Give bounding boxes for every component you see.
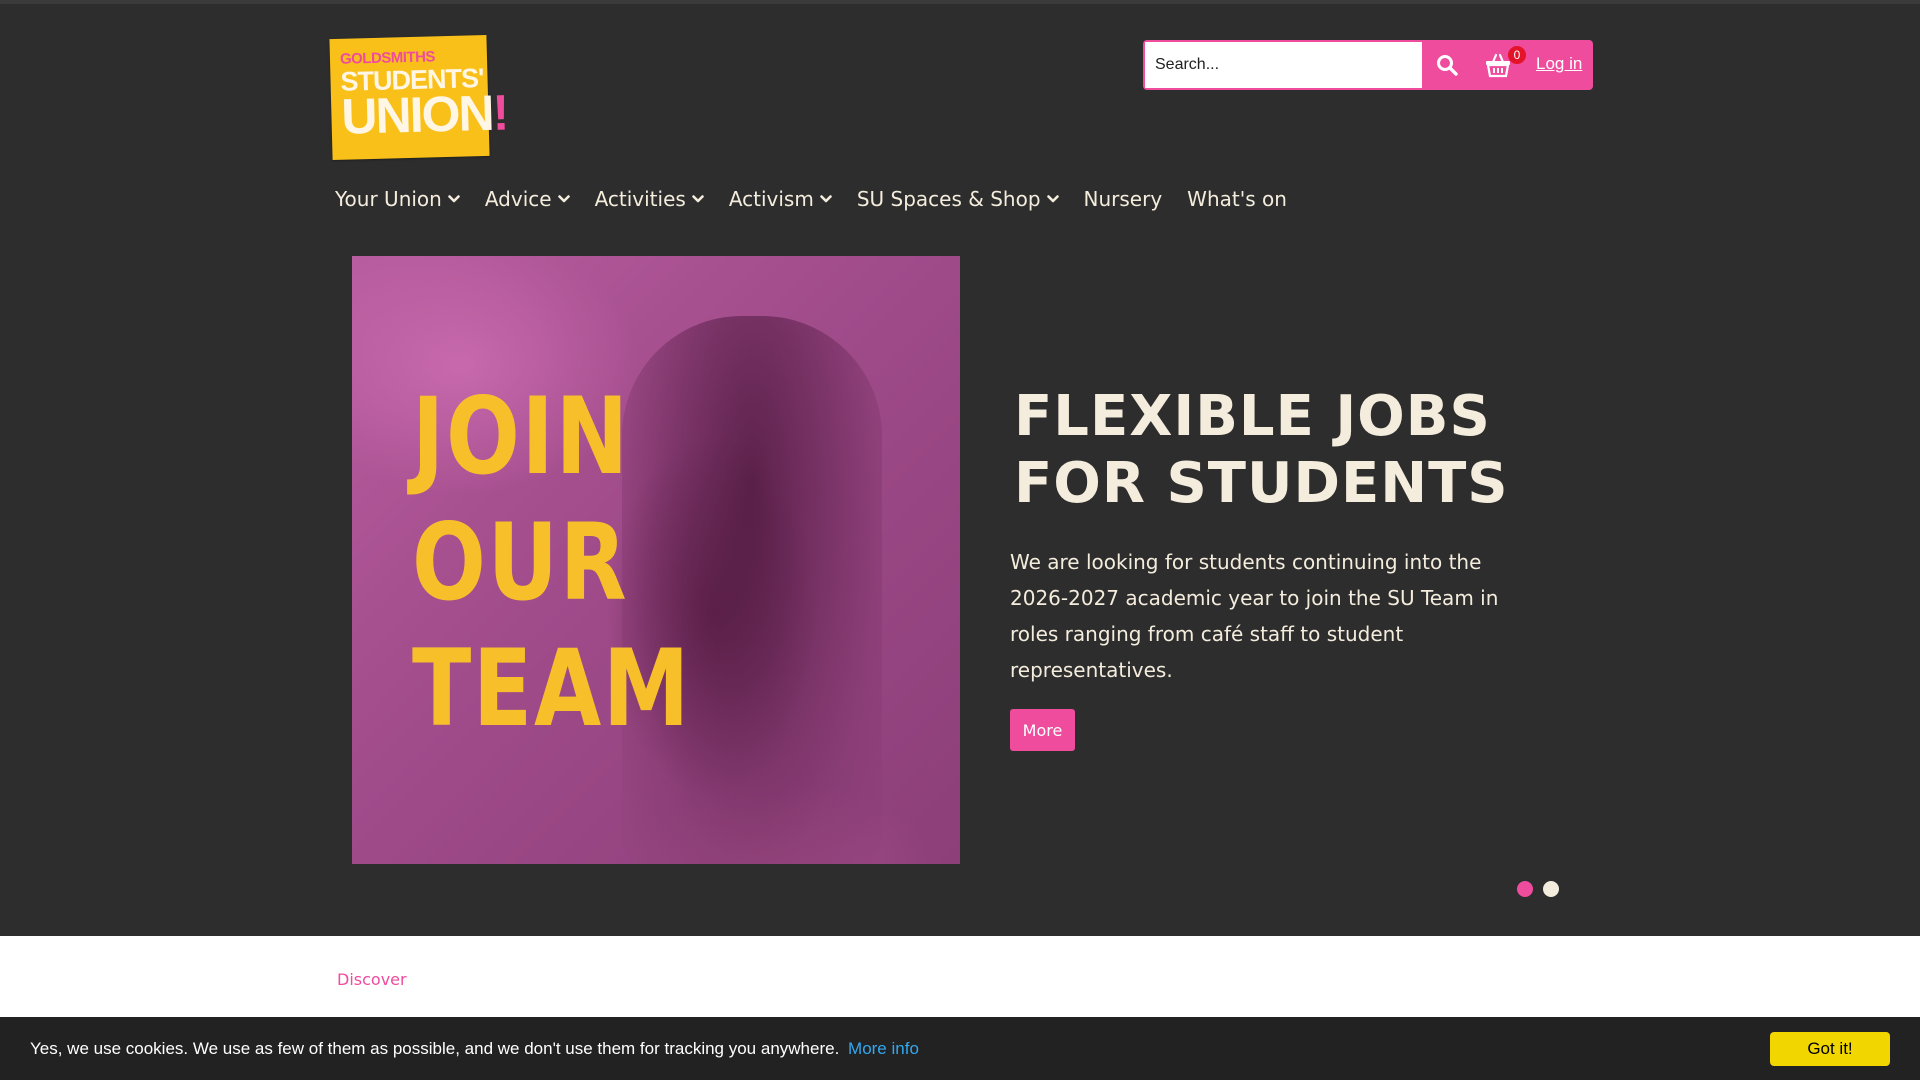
hero-title-line: FOR STUDENTS (1014, 451, 1509, 516)
hero-title-line: FLEXIBLE JOBS (1014, 384, 1491, 449)
cookie-accept-button[interactable]: Got it! (1770, 1032, 1890, 1066)
nav-item-label: Your Union (335, 187, 442, 211)
nav-item-activism[interactable]: Activism (729, 187, 832, 211)
search-button[interactable] (1427, 47, 1467, 83)
top-border (0, 0, 1920, 4)
search-input[interactable] (1145, 42, 1422, 88)
search-icon (1437, 55, 1458, 76)
login-link[interactable]: Log in (1536, 54, 1582, 74)
students-union-logo[interactable]: GOLDSMITHS STUDENTS' UNION! (329, 34, 508, 161)
nav-item-whats-on[interactable]: What's on (1187, 187, 1287, 211)
cookie-message-text: Yes, we use cookies. We use as few of th… (30, 1039, 840, 1058)
cookie-more-info-link[interactable]: More info (848, 1039, 919, 1058)
hero-title: FLEXIBLE JOBS FOR STUDENTS (1014, 383, 1534, 517)
chevron-down-icon (557, 195, 570, 203)
hero-image-line: JOIN (412, 375, 630, 498)
chevron-down-icon (448, 195, 460, 203)
nav-item-su-spaces-shop[interactable]: SU Spaces & Shop (857, 187, 1059, 211)
chevron-down-icon (1046, 195, 1059, 203)
logo-union-text: UNION (340, 84, 494, 145)
nav-item-your-union[interactable]: Your Union (335, 187, 460, 211)
logo-line-union: UNION! (341, 84, 508, 144)
chevron-down-icon (820, 195, 832, 203)
cart-count-badge: 0 (1508, 46, 1526, 64)
discover-heading: Discover (337, 970, 407, 989)
more-button[interactable]: More (1010, 709, 1075, 751)
logo-exclamation: ! (491, 84, 508, 141)
nav-item-advice[interactable]: Advice (485, 187, 570, 211)
nav-item-label: Activism (728, 187, 814, 211)
carousel-dot[interactable] (1543, 881, 1559, 897)
main-navigation: Your Union Advice Activities Activism SU… (335, 184, 1312, 214)
nav-item-activities[interactable]: Activities (595, 187, 704, 211)
hero-description: We are looking for students continuing i… (1010, 550, 1499, 682)
cookie-banner: Yes, we use cookies. We use as few of th… (0, 1017, 1920, 1080)
hero-image-line: OUR (412, 501, 629, 624)
nav-item-nursery[interactable]: Nursery (1084, 187, 1163, 211)
hero-image-line: TEAM (412, 627, 691, 750)
nav-item-label: Nursery (1083, 187, 1163, 211)
nav-item-label: SU Spaces & Shop (856, 187, 1041, 211)
carousel-dot-active[interactable] (1517, 881, 1533, 897)
nav-item-label: Activities (594, 187, 686, 211)
hero-image-text: JOIN OUR TEAM (412, 374, 691, 752)
cookie-message: Yes, we use cookies. We use as few of th… (30, 1039, 919, 1059)
utility-bar: 0 Log in (1143, 40, 1593, 90)
hero-image-join-our-team[interactable]: JOIN OUR TEAM (352, 256, 960, 864)
site-header: GOLDSMITHS STUDENTS' UNION! 0 Log in (0, 0, 1920, 936)
nav-item-label: Advice (484, 187, 552, 211)
nav-item-label: What's on (1187, 187, 1287, 211)
chevron-down-icon (692, 195, 704, 203)
